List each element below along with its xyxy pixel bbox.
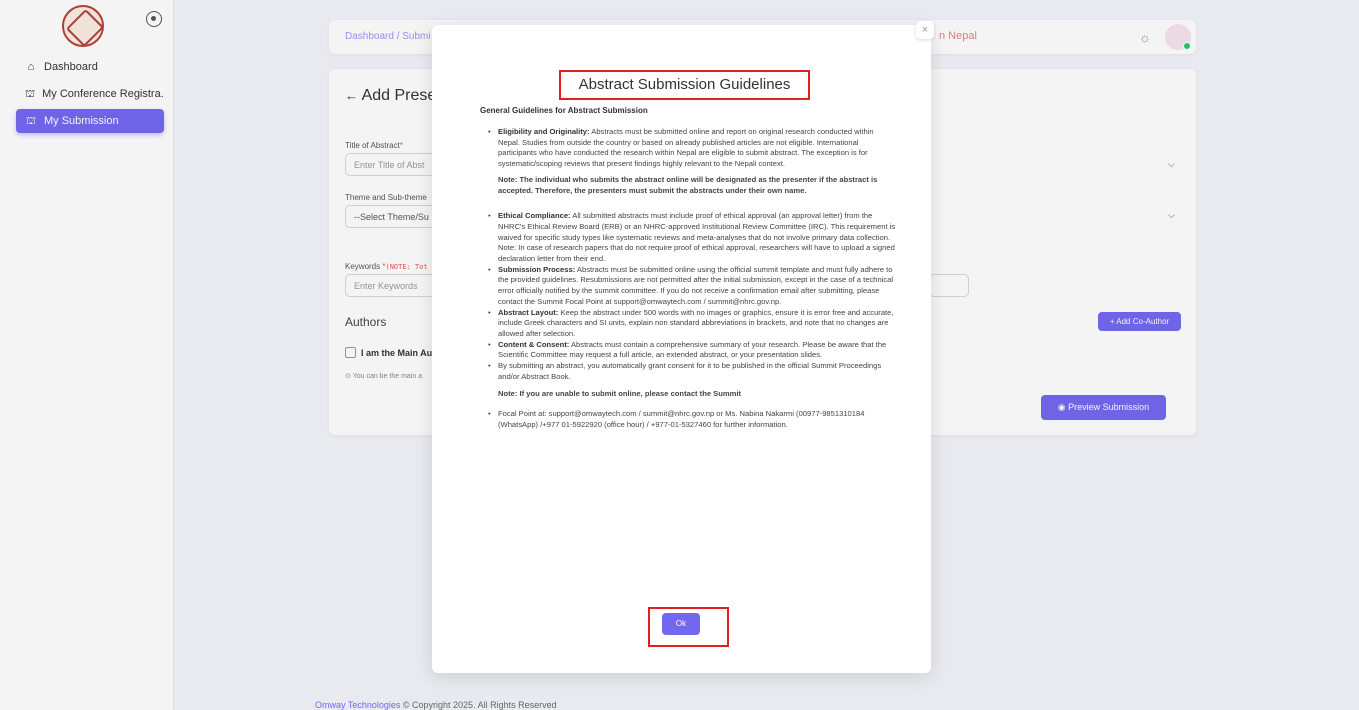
list-item: By submitting an abstract, you automatic… [484,361,896,382]
list-item: Focal Point at: support@omwaytech.com / … [484,409,896,430]
footer: Omway Technologies © Copyright 2025. All… [315,700,557,710]
ok-button[interactable]: Ok [662,613,700,635]
modal-title: Abstract Submission Guidelines [559,70,810,100]
contact-note: Note: If you are unable to submit online… [498,389,742,399]
close-icon[interactable]: × [916,21,934,39]
guidelines-list: Eligibility and Originality: Abstracts m… [484,127,896,431]
list-item: Eligibility and Originality: Abstracts m… [484,127,896,170]
presenter-note: Note: The individual who submits the abs… [498,174,878,195]
list-item: Content & Consent: Abstracts must contai… [484,340,896,361]
guidelines-modal: × Abstract Submission Guidelines General… [432,21,934,673]
list-item: Abstract Layout: Keep the abstract under… [484,308,896,340]
list-item: Ethical Compliance: All submitted abstra… [484,211,896,265]
footer-brand-link[interactable]: Omway Technologies [315,700,400,710]
modal-subtitle: General Guidelines for Abstract Submissi… [480,106,648,115]
list-item: Submission Process: Abstracts must be su… [484,265,896,308]
